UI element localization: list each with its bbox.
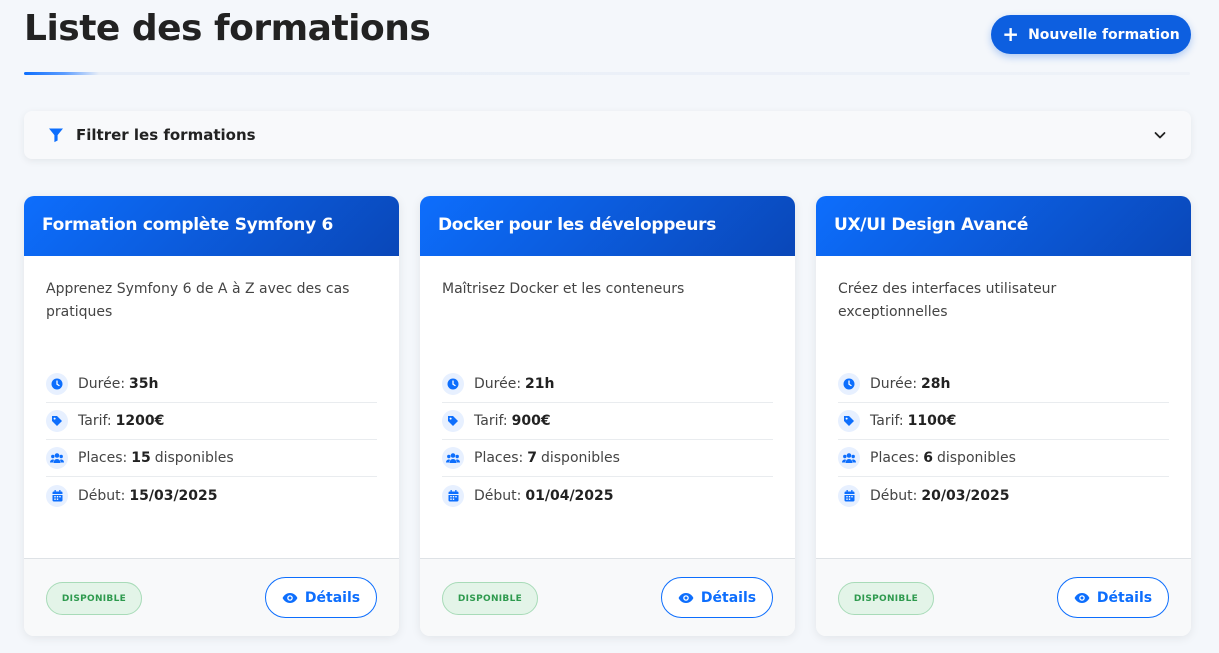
places-suffix: disponibles <box>936 450 1016 466</box>
places-label: Places: <box>474 450 524 466</box>
card-description: Créez des interfaces utilisateur excepti… <box>838 281 1057 320</box>
price-value: 1100€ <box>907 413 957 429</box>
tag-icon <box>46 410 68 432</box>
page-title: Liste des formations <box>24 8 431 49</box>
plus-icon: + <box>1002 21 1020 46</box>
price-value: 1200€ <box>115 413 165 429</box>
clock-icon <box>442 373 464 395</box>
info-places: Places: 7 disponibles <box>442 440 773 477</box>
info-duration: Durée: 35h <box>46 366 377 403</box>
start-value: 15/03/2025 <box>129 487 218 504</box>
details-button[interactable]: Détails <box>661 577 773 618</box>
info-price: Tarif: 900€ <box>442 403 773 440</box>
formation-card: Docker pour les développeurs Maîtrisez D… <box>420 196 795 636</box>
eye-icon <box>678 592 694 603</box>
card-title: Docker pour les développeurs <box>420 196 795 256</box>
duration-label: Durée: <box>870 376 918 392</box>
info-start: Début: 15/03/2025 <box>46 477 377 514</box>
start-label: Début: <box>78 487 126 504</box>
duration-label: Durée: <box>474 376 522 392</box>
users-icon <box>838 447 860 469</box>
start-label: Début: <box>870 487 918 504</box>
card-title: Formation complète Symfony 6 <box>24 196 399 256</box>
start-label: Début: <box>474 487 522 504</box>
start-value: 20/03/2025 <box>921 487 1010 504</box>
new-formation-label: Nouvelle formation <box>1028 26 1180 43</box>
card-footer: DISPONIBLE Détails <box>420 558 795 636</box>
start-value: 01/04/2025 <box>525 487 614 504</box>
details-label: Détails <box>700 589 757 606</box>
details-button[interactable]: Détails <box>1057 577 1169 618</box>
calendar-icon <box>838 484 860 507</box>
price-label: Tarif: <box>870 413 904 429</box>
formation-card: UX/UI Design Avancé Créez des interfaces… <box>816 196 1191 636</box>
formation-card: Formation complète Symfony 6 Apprenez Sy… <box>24 196 399 636</box>
info-duration: Durée: 28h <box>838 366 1169 403</box>
price-label: Tarif: <box>474 413 508 429</box>
users-icon <box>442 447 464 469</box>
clock-icon <box>46 373 68 395</box>
places-label: Places: <box>78 450 128 466</box>
clock-icon <box>838 373 860 395</box>
tag-icon <box>442 410 464 432</box>
page: Liste des formations + Nouvelle formatio… <box>0 0 1219 653</box>
info-places: Places: 6 disponibles <box>838 440 1169 477</box>
info-list: Durée: 21h Tarif: 900€ Places: 7 disponi… <box>442 366 773 514</box>
places-value: 7 <box>527 450 537 466</box>
info-price: Tarif: 1100€ <box>838 403 1169 440</box>
info-places: Places: 15 disponibles <box>46 440 377 477</box>
card-footer: DISPONIBLE Détails <box>816 558 1191 636</box>
info-price: Tarif: 1200€ <box>46 403 377 440</box>
info-start: Début: 20/03/2025 <box>838 477 1169 514</box>
card-title: UX/UI Design Avancé <box>816 196 1191 256</box>
users-icon <box>46 447 68 469</box>
places-label: Places: <box>870 450 920 466</box>
places-value: 15 <box>131 450 151 466</box>
funnel-icon <box>48 127 64 143</box>
tag-icon <box>838 410 860 432</box>
duration-value: 28h <box>921 376 951 392</box>
calendar-icon <box>46 484 68 507</box>
eye-icon <box>1074 592 1090 603</box>
places-value: 6 <box>923 450 933 466</box>
card-description: Apprenez Symfony 6 de A à Z avec des cas… <box>46 281 350 320</box>
card-description: Maîtrisez Docker et les conteneurs <box>442 281 685 297</box>
duration-value: 21h <box>525 376 555 392</box>
filter-title: Filtrer les formations <box>76 126 256 144</box>
filter-panel-toggle[interactable]: Filtrer les formations <box>24 111 1191 159</box>
info-list: Durée: 35h Tarif: 1200€ Places: 15 dispo… <box>46 366 377 514</box>
card-footer: DISPONIBLE Détails <box>24 558 399 636</box>
new-formation-button[interactable]: + Nouvelle formation <box>991 15 1191 54</box>
status-badge: DISPONIBLE <box>46 582 142 615</box>
eye-icon <box>282 592 298 603</box>
details-label: Détails <box>1096 589 1153 606</box>
places-suffix: disponibles <box>540 450 620 466</box>
places-suffix: disponibles <box>154 450 234 466</box>
status-badge: DISPONIBLE <box>442 582 538 615</box>
duration-label: Durée: <box>78 376 126 392</box>
info-list: Durée: 28h Tarif: 1100€ Places: 6 dispon… <box>838 366 1169 514</box>
title-underline <box>24 72 1190 75</box>
price-label: Tarif: <box>78 413 112 429</box>
calendar-icon <box>442 484 464 507</box>
duration-value: 35h <box>129 376 159 392</box>
details-label: Détails <box>304 589 361 606</box>
info-duration: Durée: 21h <box>442 366 773 403</box>
chevron-down-icon[interactable] <box>1153 128 1167 142</box>
details-button[interactable]: Détails <box>265 577 377 618</box>
status-badge: DISPONIBLE <box>838 582 934 615</box>
info-start: Début: 01/04/2025 <box>442 477 773 514</box>
price-value: 900€ <box>511 413 551 429</box>
